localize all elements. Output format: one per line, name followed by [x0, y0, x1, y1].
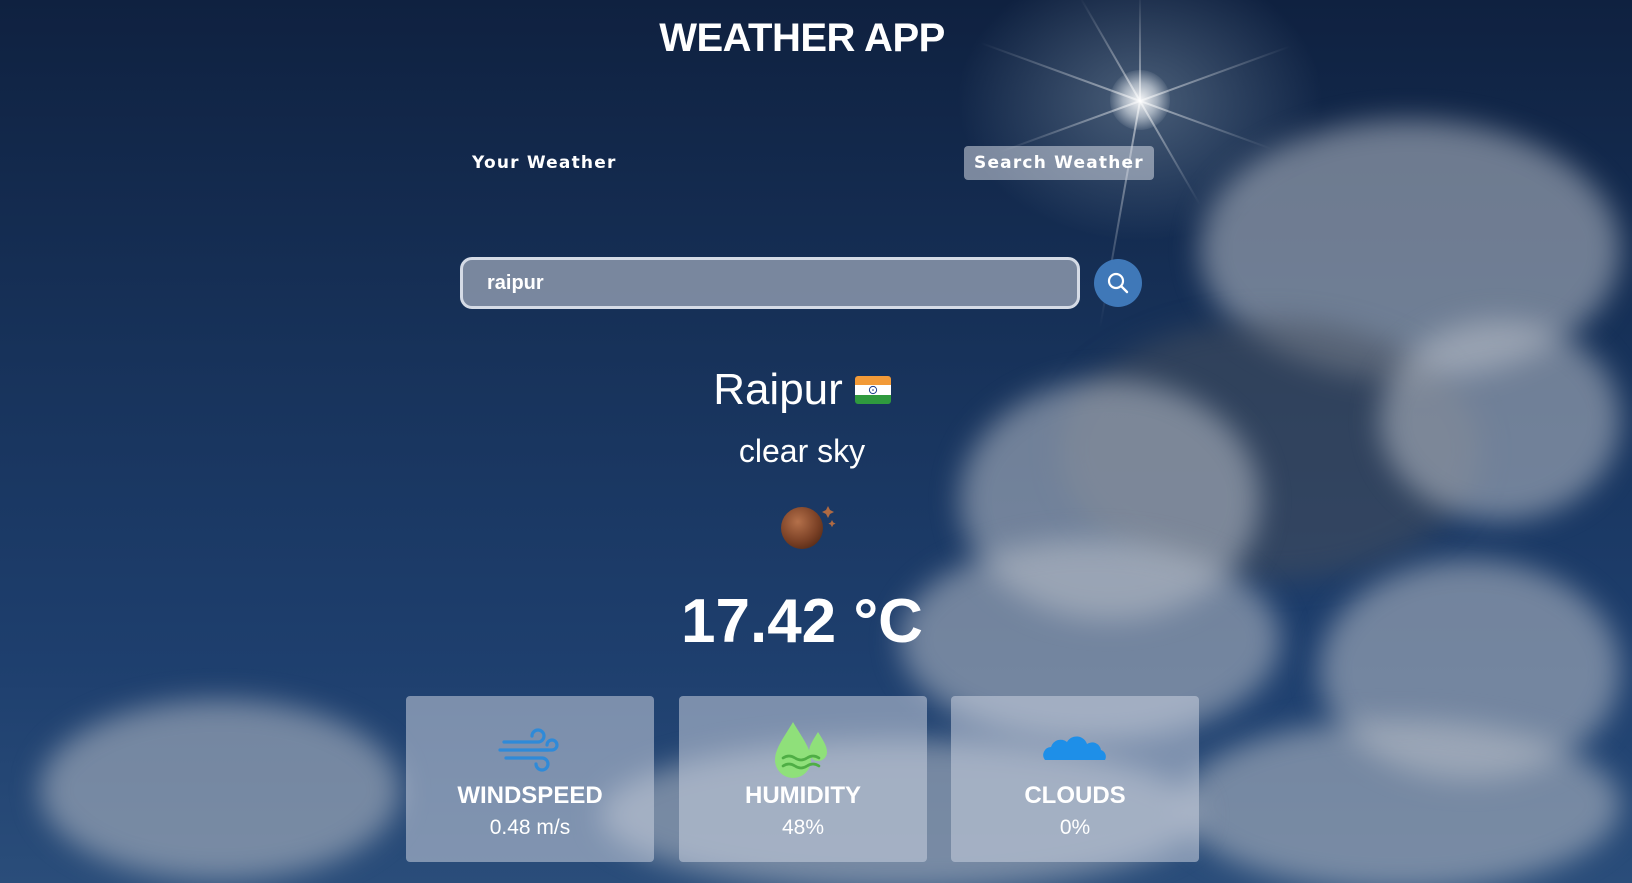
- location-row: Raipur: [0, 365, 1604, 415]
- moon-clear-night-icon: [781, 506, 836, 549]
- sun-ray: [1139, 100, 1272, 150]
- weather-app-page: WEATHER APP Your Weather Search Weather …: [0, 0, 1632, 883]
- stat-card-windspeed: WINDSPEED 0.48 m/s: [406, 696, 654, 862]
- search-input[interactable]: [460, 257, 1080, 309]
- stat-label: WINDSPEED: [457, 782, 603, 809]
- city-name: Raipur: [713, 365, 843, 414]
- humidity-drop-icon: [775, 722, 827, 778]
- stat-value: 0%: [1059, 816, 1091, 839]
- stat-value: 48%: [781, 816, 825, 839]
- stat-label: CLOUDS: [1024, 782, 1126, 809]
- tab-search-weather[interactable]: Search Weather: [964, 146, 1154, 180]
- cloud-shape: [1180, 720, 1620, 883]
- stat-value: 0.48 m/s: [489, 816, 571, 839]
- stat-label: HUMIDITY: [745, 782, 861, 809]
- india-flag-icon: [854, 376, 891, 404]
- wind-icon: [498, 728, 559, 772]
- cloud-shape: [1380, 320, 1620, 520]
- weather-description: clear sky: [738, 433, 866, 469]
- cloud-icon: [1043, 736, 1106, 760]
- temperature: 17.42 °C: [681, 587, 923, 656]
- app-title: WEATHER APP: [659, 16, 945, 60]
- tab-your-weather[interactable]: Your Weather: [462, 146, 627, 180]
- search-button[interactable]: [1094, 259, 1142, 307]
- search-icon: [1107, 272, 1129, 294]
- cloud-shape: [40, 700, 400, 880]
- stat-card-humidity: HUMIDITY 48%: [679, 696, 927, 862]
- stat-card-clouds: CLOUDS 0%: [951, 696, 1199, 862]
